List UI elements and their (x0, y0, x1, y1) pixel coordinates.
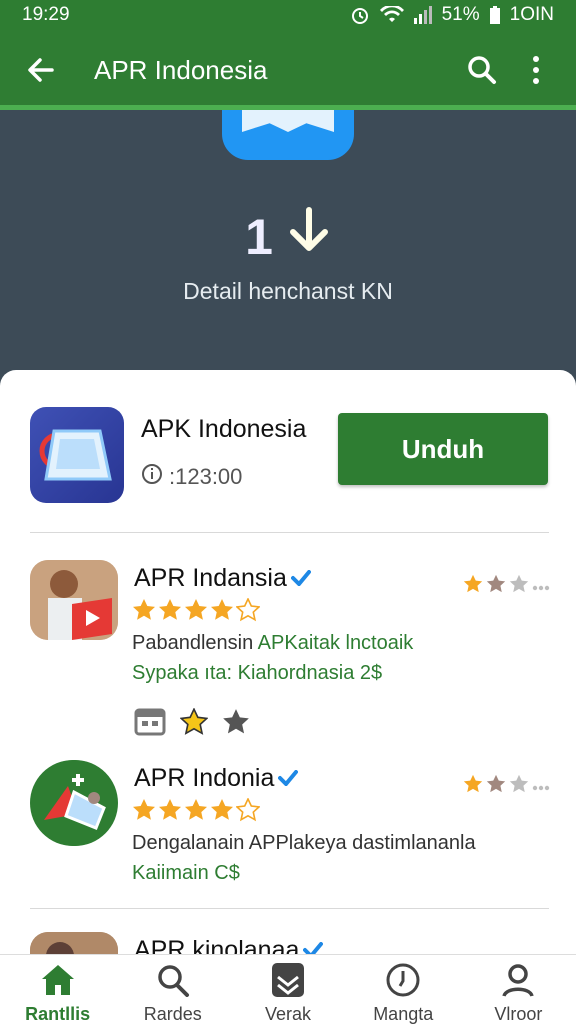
app-subdescription: Sypaka ıta: Kiahordnasia 2$ (132, 662, 383, 684)
star-grey-icon (509, 574, 529, 599)
featured-app: APK Indonesia :123:00 Unduh (30, 407, 548, 507)
status-time: 19:29 (22, 4, 70, 25)
divider (30, 532, 549, 533)
rating-summary (463, 574, 550, 599)
star-half-icon (486, 774, 506, 799)
app-thumbnail (30, 760, 118, 846)
hero-subtitle: Detail henchanst KN (183, 278, 393, 304)
clock-icon (385, 963, 421, 1002)
count-value: 1 (245, 209, 273, 265)
app-meta: :123:00 (141, 463, 242, 491)
download-button[interactable]: Unduh (338, 413, 548, 485)
rating-stars (132, 597, 261, 627)
info-icon (141, 463, 163, 491)
star-full-icon (184, 598, 208, 627)
home-icon (40, 963, 76, 1002)
tab-search[interactable]: Rardes (115, 955, 230, 1024)
star-grey-icon (509, 774, 529, 799)
star-half-icon (486, 574, 506, 599)
app-name: APK Indonesia (141, 415, 307, 443)
more-vert-icon[interactable] (516, 50, 556, 90)
star-empty-icon (235, 797, 261, 827)
rating-summary (463, 774, 550, 799)
screenshot-icon[interactable] (134, 708, 166, 741)
app-name: APR Indansia (134, 564, 311, 593)
item-actions (134, 707, 250, 741)
tab-apps[interactable]: Verak (230, 955, 345, 1024)
tab-home[interactable]: Rantllis (0, 955, 115, 1024)
list-item[interactable]: APR Indonia Dengalanain APPlakeya dastim… (30, 760, 550, 900)
bottom-navigation: Rantllis Rardes Verak Mangta Vlroor (0, 954, 576, 1024)
back-arrow-icon[interactable] (20, 50, 60, 90)
app-logo-icon (222, 110, 354, 160)
verified-icon (278, 764, 299, 793)
app-list-sheet: APK Indonesia :123:00 Unduh APR Indansia (0, 370, 576, 970)
app-thumbnail (30, 560, 118, 640)
tab-profile[interactable]: Vlroor (461, 955, 576, 1024)
battery-icon (489, 6, 500, 24)
favorite-star-icon[interactable] (179, 707, 209, 741)
network-label: 1OIN (509, 4, 554, 25)
star-empty-icon (235, 597, 261, 627)
star-full-icon (158, 598, 182, 627)
more-dots-icon[interactable] (532, 578, 550, 596)
app-icon[interactable] (30, 407, 124, 503)
wifi-icon (379, 6, 404, 24)
divider (30, 908, 549, 909)
arrow-down-icon (287, 206, 331, 268)
app-subdescription: Kaiimain C$ (132, 862, 240, 884)
app-description: Dengalanain APPlakeya dastimlananla (132, 832, 476, 854)
download-count: 1 (0, 206, 576, 268)
list-item[interactable]: APR Indansia Pabandlensin APKaitak lncto… (30, 560, 550, 740)
star-full-icon (158, 798, 182, 827)
status-bar: 19:29 51% 1OIN (0, 0, 576, 30)
star-full-icon (463, 774, 483, 799)
rate-star-icon[interactable] (222, 708, 250, 741)
apps-icon (270, 963, 306, 1002)
star-full-icon (132, 798, 156, 827)
star-full-icon (210, 798, 234, 827)
signal-icon (413, 6, 432, 24)
star-full-icon (184, 798, 208, 827)
app-meta-text: :123:00 (169, 464, 243, 489)
page-title: APR Indonesia (94, 54, 268, 85)
alarm-icon (350, 5, 370, 25)
star-full-icon (210, 598, 234, 627)
battery-percent: 51% (441, 4, 480, 25)
app-bar: APR Indonesia (0, 30, 576, 110)
tab-updates[interactable]: Mangta (346, 955, 461, 1024)
rating-stars (132, 797, 261, 827)
star-full-icon (463, 574, 483, 599)
app-description: Pabandlensin APKaitak lnctoaik (132, 632, 414, 654)
search-icon (155, 963, 191, 1002)
star-full-icon (132, 598, 156, 627)
more-dots-icon[interactable] (532, 778, 550, 796)
verified-icon (290, 564, 311, 593)
app-name: APR Indonia (134, 764, 299, 793)
profile-icon (500, 963, 536, 1002)
search-icon[interactable] (462, 50, 502, 90)
hero-banner: 1 Detail henchanst KN (0, 110, 576, 380)
